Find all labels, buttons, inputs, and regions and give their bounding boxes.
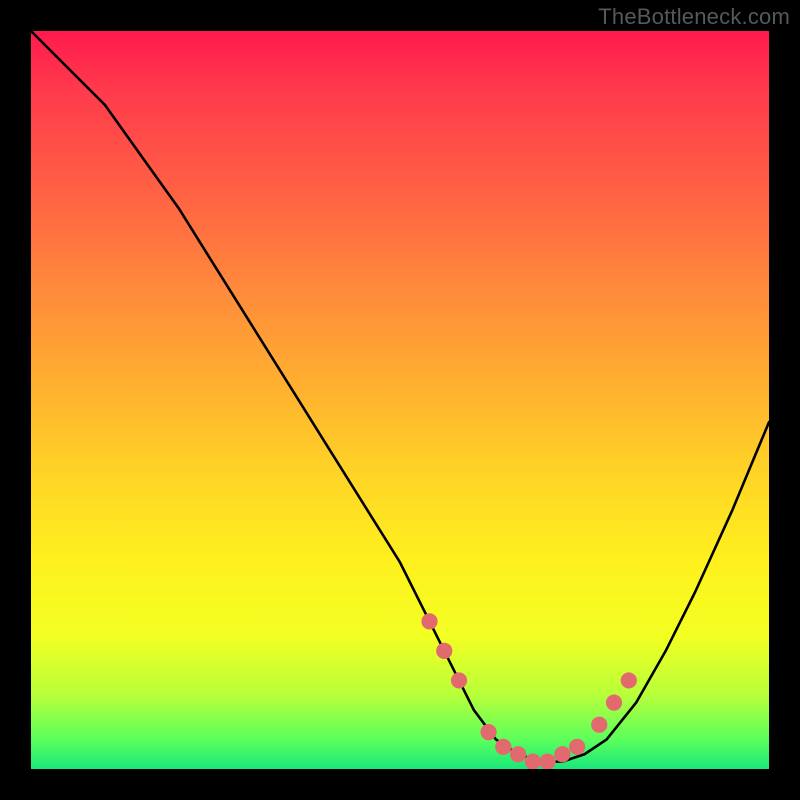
curve-svg	[31, 31, 769, 769]
marker-group	[421, 613, 636, 769]
marker-dot	[539, 754, 555, 769]
marker-dot	[554, 746, 570, 762]
marker-dot	[480, 724, 496, 740]
marker-dot	[510, 746, 526, 762]
marker-dot	[436, 643, 452, 659]
marker-dot	[606, 694, 622, 710]
chart-frame: TheBottleneck.com	[0, 0, 800, 800]
bottleneck-curve-path	[31, 31, 769, 762]
marker-dot	[421, 613, 437, 629]
plot-area	[31, 31, 769, 769]
watermark-text: TheBottleneck.com	[598, 4, 790, 30]
marker-dot	[525, 754, 541, 769]
marker-dot	[591, 717, 607, 733]
marker-dot	[621, 672, 637, 688]
marker-dot	[451, 672, 467, 688]
marker-dot	[569, 739, 585, 755]
marker-dot	[495, 739, 511, 755]
